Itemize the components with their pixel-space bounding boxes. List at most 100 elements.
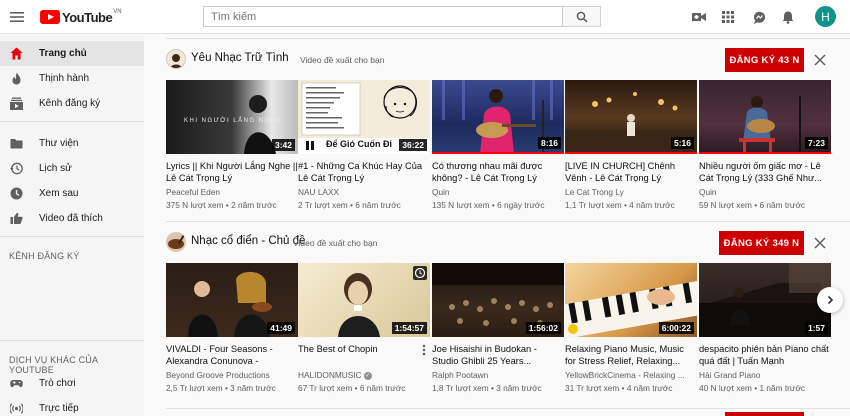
section-divider [166, 408, 850, 409]
gamepad-icon [10, 380, 23, 388]
video-title[interactable]: The Best of Chopin [298, 343, 430, 367]
duration-badge: 8:16 [537, 137, 561, 149]
video-title[interactable]: VIVALDI - Four Seasons - Alexandra Conun… [166, 343, 298, 367]
shelf-channel-avatar[interactable] [166, 49, 186, 69]
duration-badge: 41:49 [267, 322, 295, 334]
search-box [203, 6, 563, 27]
more-actions-icon[interactable] [422, 344, 426, 356]
video-thumbnail[interactable]: 8:16 [432, 80, 564, 154]
thumbs-up-icon [10, 212, 23, 224]
youtube-play-icon [40, 10, 60, 24]
shelf-subtitle: Video đề xuất cho bạn [300, 55, 385, 65]
sidebar-item-watch-later[interactable]: Xem sau [0, 181, 144, 206]
logo-text: YouTube [62, 9, 113, 25]
close-icon[interactable] [813, 53, 827, 67]
watch-progress-bar [432, 152, 564, 154]
video-title[interactable]: #1 - Những Ca Khúc Hay Của Lê Cát Trọng … [298, 160, 430, 184]
sidebar-item-history[interactable]: Lịch sử [0, 156, 144, 181]
video-thumbnail[interactable]: 6:00:22 [565, 263, 697, 337]
sidebar-item-gaming[interactable]: Trò chơi [0, 371, 144, 396]
video-thumbnail[interactable]: 7:23 [699, 80, 831, 154]
video-channel[interactable]: Le Cat Trong Ly [565, 187, 697, 197]
video-title[interactable]: [LIVE IN CHURCH] Chênh Vênh - Lê Cát Trọ… [565, 160, 697, 184]
video-channel[interactable]: HALIDONMUSIC ✓ [298, 370, 430, 380]
video-channel[interactable]: Quin [699, 187, 831, 197]
sidebar-item-liked-videos[interactable]: Video đã thích [0, 206, 144, 231]
shelf-channel-name[interactable]: Yêu Nhạc Trữ Tình [191, 52, 289, 64]
section-divider [166, 221, 850, 222]
video-title[interactable]: Relaxing Piano Music, Music for Stress R… [565, 343, 697, 367]
sidebar-item-label: Trò chơi [39, 378, 76, 389]
shelf-subtitle: Video đề xuất cho bạn [293, 238, 378, 248]
video-channel[interactable]: Peaceful Eden [166, 187, 298, 197]
watch-progress-bar [565, 152, 697, 154]
video-title[interactable]: Joe Hisaishi in Budokan - Studio Ghibli … [432, 343, 564, 367]
create-video-icon[interactable] [691, 9, 707, 25]
subscribe-button[interactable]: ĐĂNG KÝ 349 N [719, 231, 804, 255]
shelf-channel-name[interactable]: Nhạc cổ điển - Chủ đề [191, 235, 305, 247]
subscriptions-icon [10, 97, 23, 110]
search-icon [576, 11, 588, 23]
logo-region: VN [113, 9, 122, 15]
video-meta: 59 N lượt xem • 6 năm trước [699, 200, 806, 210]
sidebar-item-label: Thịnh hành [39, 73, 90, 84]
sidebar-item-library[interactable]: Thư viện [0, 131, 144, 156]
video-thumbnail[interactable]: 1:54:57 [298, 263, 430, 337]
sidebar-divider [0, 236, 144, 237]
video-title[interactable]: Có thương nhau mãi được không? - Lê Cát … [432, 160, 564, 184]
sidebar: Trang chủ Thịnh hành Kênh đăng ký Thư vi… [0, 35, 144, 416]
video-meta: 1,1 Tr lượt xem • 4 năm trước [565, 200, 675, 210]
video-title[interactable]: Lyrics || Khi Người Lắng Nghe || Lê Cát … [166, 160, 298, 184]
video-meta: 67 Tr lượt xem • 6 năm trước [298, 383, 406, 393]
sidebar-item-home[interactable]: Trang chủ [0, 41, 144, 66]
video-channel[interactable]: Ralph Pootawn [432, 370, 564, 380]
video-meta: 375 N lượt xem • 2 năm trước [166, 200, 277, 210]
duration-badge: 5:16 [670, 137, 694, 149]
sidebar-item-label: Xem sau [39, 188, 79, 199]
video-channel[interactable]: Beyond Groove Productions [166, 370, 298, 380]
shelf-channel-avatar[interactable] [166, 232, 186, 252]
messages-icon[interactable] [751, 9, 767, 25]
duration-badge: 36:22 [399, 139, 427, 151]
video-channel[interactable]: Quin [432, 187, 564, 197]
duration-badge: 3:42 [271, 139, 295, 151]
youtube-logo[interactable]: YouTube VN [40, 9, 122, 25]
video-meta: 135 N lượt xem • 6 ngày trước [432, 200, 545, 210]
duration-badge: 7:23 [804, 137, 828, 149]
sidebar-item-label: Trang chủ [39, 48, 87, 59]
video-channel[interactable]: Hải Grand Piano [699, 370, 831, 380]
menu-icon[interactable] [8, 8, 26, 26]
clock-icon[interactable] [413, 266, 427, 280]
video-thumbnail[interactable]: 1:56:02 [432, 263, 564, 337]
sidebar-item-live[interactable]: Trực tiếp [0, 396, 144, 416]
video-thumbnail[interactable]: 5:16 [565, 80, 697, 154]
video-title[interactable]: despacito phiên bản Piano chất quá đất |… [699, 343, 831, 367]
watch-progress-bar [699, 152, 831, 154]
sidebar-item-label: Lịch sử [39, 163, 72, 174]
shelf-next-button[interactable] [817, 287, 843, 313]
sidebar-item-trending[interactable]: Thịnh hành [0, 66, 144, 91]
sidebar-item-subscriptions[interactable]: Kênh đăng ký [0, 91, 144, 116]
duration-badge: 6:00:22 [658, 322, 694, 334]
video-thumbnail[interactable]: KHI NGƯỜI LẮNG NGHE 3:42 [166, 80, 298, 154]
video-thumbnail[interactable]: Để Gió Cuốn Đi 36:22 [298, 80, 430, 154]
search-button[interactable] [563, 6, 601, 27]
subscribe-button[interactable] [725, 412, 804, 416]
video-channel[interactable]: NAU LAXX [298, 187, 430, 197]
video-meta: 31 Tr lượt xem • 4 năm trước [565, 383, 673, 393]
subscribe-button[interactable]: ĐĂNG KÝ 43 N [725, 48, 804, 72]
video-title[interactable]: Nhiều người ốm giấc mơ - Lê Cát Trọng Lý… [699, 160, 831, 184]
notifications-bell-icon[interactable] [780, 9, 796, 25]
home-icon [10, 47, 23, 60]
apps-grid-icon[interactable] [720, 9, 736, 25]
search-input[interactable] [204, 7, 562, 27]
subscriptions-heading: KÊNH ĐĂNG KÝ [9, 251, 80, 261]
verified-icon: ✓ [363, 371, 372, 380]
top-bar: YouTube VN H [0, 0, 850, 34]
sidebar-item-label: Trực tiếp [39, 403, 79, 414]
video-channel[interactable]: YellowBrickCinema - Relaxing ... [565, 370, 697, 380]
video-thumbnail[interactable]: 1:57 [699, 263, 831, 337]
account-avatar[interactable]: H [815, 6, 836, 27]
video-thumbnail[interactable]: 41:49 [166, 263, 298, 337]
close-icon[interactable] [813, 236, 827, 250]
